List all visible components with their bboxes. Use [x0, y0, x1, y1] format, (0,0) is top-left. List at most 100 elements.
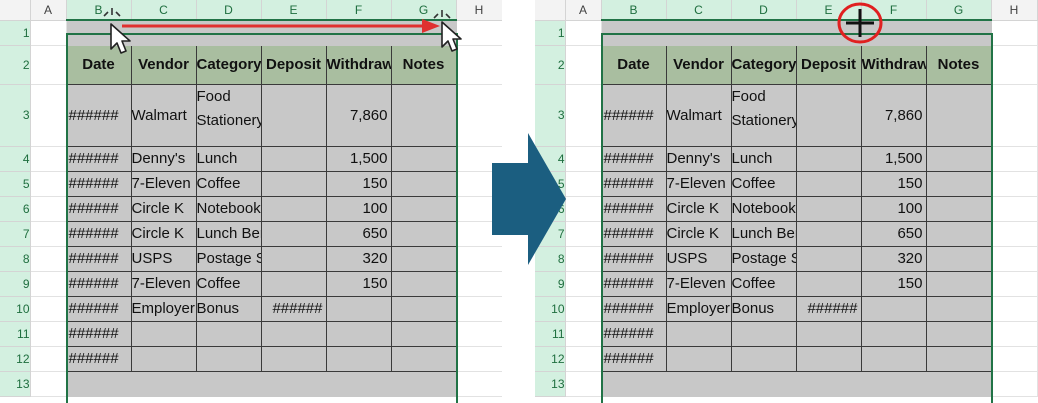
table-cell[interactable] — [260, 320, 327, 347]
cell[interactable] — [565, 221, 602, 247]
table-cell[interactable]: ###### — [600, 170, 667, 197]
table-cell[interactable] — [195, 320, 262, 347]
table-cell[interactable] — [925, 195, 992, 222]
cell[interactable] — [991, 84, 1038, 147]
table-cell[interactable]: 7-Eleven — [130, 170, 197, 197]
table-cell[interactable] — [860, 345, 927, 372]
cell[interactable] — [456, 271, 502, 297]
column-header-f[interactable]: F — [326, 0, 392, 21]
table-cell[interactable]: Notebook for Meeting — [195, 195, 262, 222]
column-header-d[interactable]: D — [731, 0, 797, 21]
cell[interactable] — [30, 271, 67, 297]
column-header-c[interactable]: C — [131, 0, 197, 21]
cell[interactable] — [926, 20, 992, 46]
cell[interactable] — [861, 371, 927, 397]
table-cell[interactable] — [260, 195, 327, 222]
table-header-cell[interactable]: Vendor — [665, 44, 732, 85]
table-cell[interactable]: Postage Stamps — [195, 245, 262, 272]
column-header-a[interactable]: A — [565, 0, 602, 21]
table-cell[interactable] — [795, 345, 862, 372]
table-cell[interactable]: Food Stationery — [195, 83, 262, 147]
table-cell[interactable] — [260, 245, 327, 272]
table-cell[interactable]: Coffee — [730, 270, 797, 297]
table-cell[interactable]: 7,860 — [860, 83, 927, 147]
table-cell[interactable]: Circle K — [665, 220, 732, 247]
table-cell[interactable]: ###### — [65, 320, 132, 347]
column-header-e[interactable]: E — [261, 0, 327, 21]
table-cell[interactable] — [260, 220, 327, 247]
table-cell[interactable]: ###### — [65, 83, 132, 147]
cell[interactable] — [991, 271, 1038, 297]
table-cell[interactable]: Lunch Bento — [195, 220, 262, 247]
table-cell[interactable]: 650 — [325, 220, 392, 247]
cell[interactable] — [565, 20, 602, 46]
table-cell[interactable] — [665, 345, 732, 372]
table-cell[interactable]: Postage Stamps — [730, 245, 797, 272]
cell[interactable] — [196, 371, 262, 397]
table-header-cell[interactable]: Withdrawal — [860, 44, 927, 85]
table-cell[interactable]: Circle K — [130, 195, 197, 222]
cell[interactable] — [731, 371, 797, 397]
table-cell[interactable] — [795, 195, 862, 222]
cell[interactable] — [565, 45, 602, 85]
table-cell[interactable] — [860, 320, 927, 347]
table-cell[interactable]: 7,860 — [325, 83, 392, 147]
row-header[interactable]: 13 — [535, 371, 566, 397]
table-cell[interactable]: ###### — [65, 170, 132, 197]
table-cell[interactable]: ###### — [65, 270, 132, 297]
cell[interactable] — [326, 371, 392, 397]
table-cell[interactable]: Employer — [665, 295, 732, 322]
table-cell[interactable]: ###### — [795, 295, 862, 322]
table-cell[interactable] — [260, 83, 327, 147]
row-header[interactable]: 11 — [0, 321, 31, 347]
table-cell[interactable]: 100 — [860, 195, 927, 222]
table-cell[interactable] — [795, 245, 862, 272]
table-cell[interactable]: 7-Eleven — [665, 170, 732, 197]
cell[interactable] — [66, 371, 132, 397]
cell[interactable] — [991, 146, 1038, 172]
select-all-corner[interactable] — [535, 0, 566, 21]
table-cell[interactable]: ###### — [600, 270, 667, 297]
table-cell[interactable]: 7-Eleven — [665, 270, 732, 297]
cell[interactable] — [456, 321, 502, 347]
table-cell[interactable]: Coffee — [730, 170, 797, 197]
column-header-a[interactable]: A — [30, 0, 67, 21]
row-header[interactable]: 11 — [535, 321, 566, 347]
table-header-cell[interactable]: Category — [730, 44, 797, 85]
table-cell[interactable]: Bonus — [730, 295, 797, 322]
row-header[interactable]: 4 — [0, 146, 31, 172]
cell[interactable] — [565, 171, 602, 197]
cell[interactable] — [565, 84, 602, 147]
table-cell[interactable] — [730, 320, 797, 347]
row-header[interactable]: 12 — [535, 346, 566, 372]
table-cell[interactable] — [795, 83, 862, 147]
cell[interactable] — [991, 45, 1038, 85]
row-header[interactable]: 3 — [0, 84, 31, 147]
cell[interactable] — [30, 246, 67, 272]
cell[interactable] — [565, 296, 602, 322]
row-header[interactable]: 7 — [0, 221, 31, 247]
table-cell[interactable] — [325, 320, 392, 347]
cell[interactable] — [30, 20, 67, 46]
cell[interactable] — [30, 321, 67, 347]
table-cell[interactable] — [130, 320, 197, 347]
table-cell[interactable] — [390, 345, 457, 372]
row-header[interactable]: 8 — [0, 246, 31, 272]
table-header-cell[interactable]: Vendor — [130, 44, 197, 85]
cell[interactable] — [991, 346, 1038, 372]
cell[interactable] — [456, 346, 502, 372]
table-cell[interactable] — [325, 345, 392, 372]
cell[interactable] — [30, 146, 67, 172]
cell[interactable] — [991, 221, 1038, 247]
table-header-cell[interactable]: Notes — [925, 44, 992, 85]
cell[interactable] — [991, 171, 1038, 197]
table-cell[interactable]: ###### — [600, 220, 667, 247]
cell[interactable] — [391, 371, 457, 397]
table-cell[interactable] — [390, 170, 457, 197]
cell[interactable] — [796, 371, 862, 397]
column-header-c[interactable]: C — [666, 0, 732, 21]
cell[interactable] — [565, 346, 602, 372]
table-cell[interactable] — [130, 345, 197, 372]
cell[interactable] — [926, 371, 992, 397]
cell[interactable] — [261, 371, 327, 397]
